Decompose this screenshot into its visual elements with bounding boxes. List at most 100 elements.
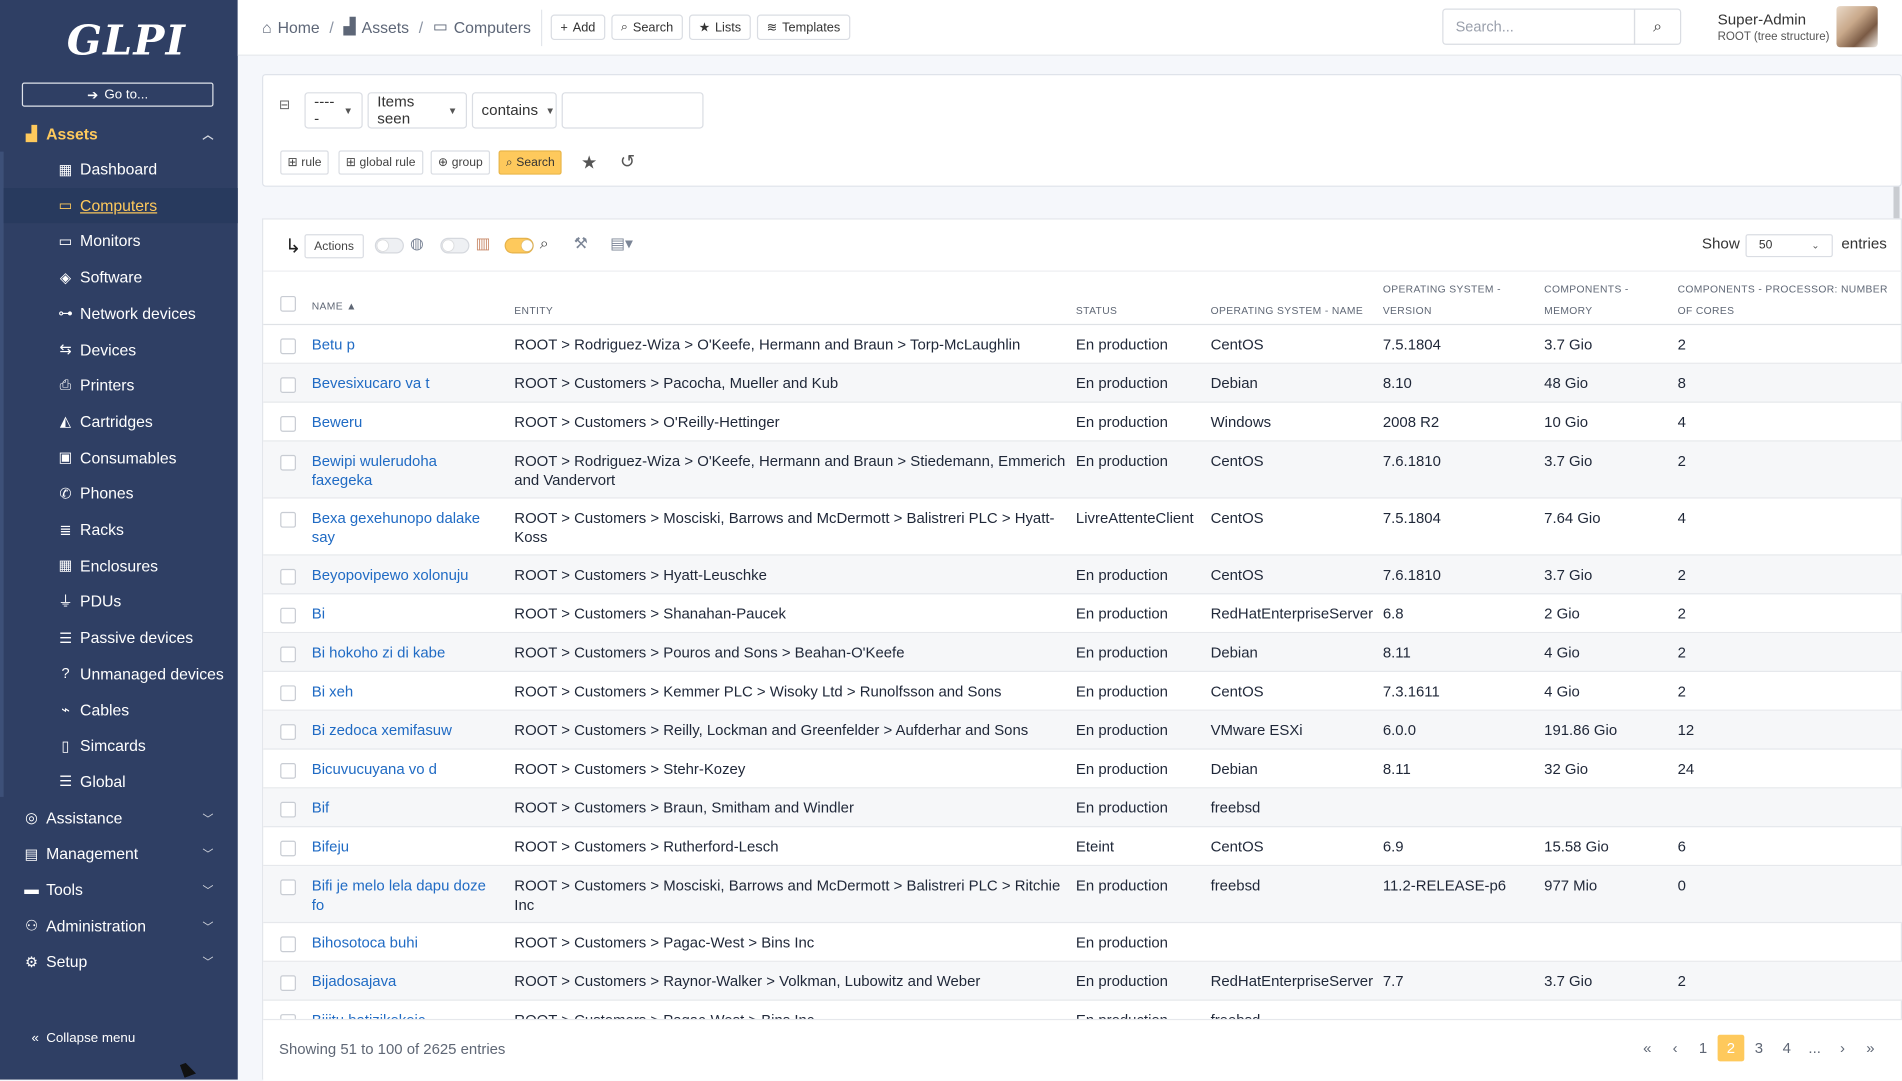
avatar[interactable] — [1836, 6, 1878, 48]
operator-select[interactable]: contains ▼ — [471, 92, 557, 129]
breadcrumb-home[interactable]: Home — [278, 18, 320, 36]
menu-section-assets[interactable]: ▟ Assets ︿ — [0, 115, 238, 151]
entity-toggle[interactable] — [374, 237, 404, 254]
row-checkbox[interactable] — [280, 840, 296, 857]
page-size-select[interactable]: 50 ⌄ — [1745, 234, 1833, 258]
sidebar-item-monitors[interactable]: ▭ Monitors — [4, 224, 238, 259]
user-menu[interactable]: Super-Admin ROOT (tree structure) — [1718, 11, 1830, 44]
computer-name-link[interactable]: Bevesixucaro va t — [312, 374, 506, 393]
table-row[interactable]: Bi hokoho zi di kabe ROOT > Customers > P… — [263, 633, 1902, 673]
column-header-name[interactable]: NAME ▲ — [312, 295, 357, 317]
table-row[interactable]: Bexa gexehunopo dalake say ROOT > Customer… — [263, 499, 1902, 556]
row-checkbox[interactable] — [280, 568, 296, 585]
lists-button[interactable]: ★ Lists — [688, 14, 751, 41]
computer-name-link[interactable]: Bexa gexehunopo dalake say — [312, 508, 506, 547]
collapse-menu-button[interactable]: « Collapse menu — [32, 1031, 136, 1046]
table-row[interactable]: Bihosotoca buhi ROOT > Customers > Pagac-… — [263, 923, 1902, 962]
link-select[interactable]: ----- ▼ — [304, 92, 363, 129]
table-row[interactable]: Bifi je melo lela dapu doze fo ROOT > Cust… — [263, 866, 1902, 924]
criteria-field-select[interactable]: Items seen ▼ — [367, 92, 468, 129]
computer-name-link[interactable]: Betu p — [312, 335, 506, 354]
column-header-memory[interactable]: COMPONENTS - MEMORY — [1544, 278, 1629, 322]
table-row[interactable]: Bevesixucaro va t ROOT > Customers > Paco… — [263, 363, 1902, 403]
row-checkbox[interactable] — [280, 975, 296, 992]
sidebar-item-dashboard[interactable]: ▦ Dashboard — [4, 152, 238, 187]
first-page-button[interactable]: « — [1634, 1035, 1661, 1062]
table-row[interactable]: Bifeju ROOT > Customers > Rutherford-Lesc… — [263, 827, 1902, 867]
page-1-button[interactable]: 1 — [1690, 1035, 1717, 1062]
sidebar-item-enclosures[interactable]: ▦ Enclosures — [4, 548, 238, 583]
row-checkbox[interactable] — [280, 724, 296, 740]
sidebar-item-computers[interactable]: ▭ Computers — [3, 187, 238, 223]
computer-name-link[interactable]: Beweru — [312, 412, 506, 431]
table-row[interactable]: Bi ROOT > Customers > Shanahan-Paucek En p… — [263, 594, 1902, 634]
menu-section-administration[interactable]: ⚇ Administration ﹀ — [0, 907, 238, 943]
row-checkbox[interactable] — [280, 607, 296, 624]
row-checkbox[interactable] — [280, 338, 296, 355]
row-checkbox[interactable] — [280, 762, 296, 779]
breadcrumb-assets[interactable]: Assets — [362, 18, 409, 36]
column-header-os-version[interactable]: OPERATING SYSTEM - VERSION — [1383, 278, 1501, 322]
computer-name-link[interactable]: Bi hokoho zi di kabe — [312, 643, 506, 662]
sidebar-item-global[interactable]: ☰ Global — [4, 764, 238, 799]
sidebar-item-software[interactable]: ◈ Software — [4, 260, 238, 295]
sidebar-item-consumables[interactable]: ▣ Consumables — [4, 440, 238, 475]
wrench-icon[interactable]: ⚒ — [574, 234, 588, 253]
export-file-icon[interactable]: ▤▾ — [610, 234, 633, 253]
column-header-os-name[interactable]: OPERATING SYSTEM - NAME — [1211, 300, 1364, 322]
sidebar-item-phones[interactable]: ✆ Phones — [4, 476, 238, 511]
table-row[interactable]: Beweru ROOT > Customers > O'Reilly-Hettin… — [263, 403, 1902, 442]
menu-section-setup[interactable]: ⚙ Setup ﹀ — [0, 943, 238, 979]
computer-name-link[interactable]: Beyopovipewo xolonuju — [312, 565, 506, 584]
sidebar-item-printers[interactable]: ⎙ Printers — [4, 368, 238, 403]
select-all-checkbox[interactable] — [280, 295, 296, 312]
global-search-button[interactable]: ⌕ — [1633, 8, 1682, 45]
sidebar-item-racks[interactable]: ≣ Racks — [4, 512, 238, 547]
row-checkbox[interactable] — [280, 511, 296, 528]
computer-name-link[interactable]: Bi xeh — [312, 682, 506, 701]
add-button[interactable]: + Add — [550, 14, 606, 41]
computer-name-link[interactable]: Bif — [312, 798, 506, 817]
page-3-button[interactable]: 3 — [1746, 1035, 1773, 1062]
row-checkbox[interactable] — [280, 646, 296, 663]
table-row[interactable]: Bewipi wulerudoha faxegeka ROOT > Rodrigue… — [263, 441, 1902, 499]
menu-section-assistance[interactable]: ◎ Assistance ﹀ — [0, 799, 238, 835]
computer-name-link[interactable]: Bi zedoca xemifasuw — [312, 721, 506, 740]
sidebar-item-network-devices[interactable]: ⊶ Network devices — [4, 296, 238, 331]
computer-name-link[interactable]: Bifeju — [312, 837, 506, 856]
sidebar-item-simcards[interactable]: ▯ Simcards — [4, 728, 238, 763]
table-row[interactable]: Beyopovipewo xolonuju ROOT > Customers > … — [263, 555, 1902, 595]
reset-search-icon[interactable]: ↺ — [620, 150, 635, 173]
computer-name-link[interactable]: Bijadosajava — [312, 972, 506, 991]
page-4-button[interactable]: 4 — [1773, 1035, 1800, 1062]
add-global-rule-button[interactable]: ⊞ global rule — [338, 150, 423, 175]
breadcrumb-computers[interactable]: Computers — [454, 18, 531, 36]
row-checkbox[interactable] — [280, 416, 296, 432]
fold-criteria-icon[interactable]: ⊟ — [279, 97, 290, 113]
massive-actions-button[interactable]: Actions — [304, 234, 364, 259]
criteria-value-input[interactable] — [561, 92, 704, 129]
row-checkbox[interactable] — [280, 936, 296, 953]
row-checkbox[interactable] — [280, 879, 296, 896]
row-checkbox[interactable] — [280, 454, 296, 471]
table-row[interactable]: Bijadosajava ROOT > Customers > Raynor-Wa… — [263, 961, 1902, 1001]
menu-section-tools[interactable]: ▬ Tools ﹀ — [0, 871, 238, 907]
table-row[interactable]: Bi xeh ROOT > Customers > Kemmer PLC > Wi… — [263, 672, 1902, 711]
column-header-cores[interactable]: COMPONENTS - PROCESSOR: NUMBER OF CORES — [1678, 278, 1888, 322]
column-header-status[interactable]: STATUS — [1076, 300, 1117, 322]
row-checkbox[interactable] — [280, 685, 296, 702]
search-toggle-button[interactable]: ⌕ Search — [611, 14, 683, 41]
templates-button[interactable]: ≋ Templates — [756, 14, 850, 41]
sidebar-item-pdus[interactable]: ⏚ PDUs — [4, 584, 238, 619]
trash-toggle[interactable] — [440, 237, 470, 254]
computer-name-link[interactable]: Bihosotoca buhi — [312, 933, 506, 952]
computer-name-link[interactable]: Bi — [312, 604, 506, 623]
sidebar-item-cables[interactable]: ⌁ Cables — [4, 692, 238, 727]
previous-page-button[interactable]: ‹ — [1662, 1035, 1689, 1062]
sidebar-item-devices[interactable]: ⇆ Devices — [4, 332, 238, 367]
sidebar-item-passive-devices[interactable]: ☰ Passive devices — [4, 620, 238, 655]
search-button[interactable]: ⌕ Search — [498, 150, 562, 175]
search-results-toggle[interactable] — [504, 237, 534, 254]
table-row[interactable]: Bif ROOT > Customers > Braun, Smitham and… — [263, 788, 1902, 828]
row-checkbox[interactable] — [280, 377, 296, 394]
